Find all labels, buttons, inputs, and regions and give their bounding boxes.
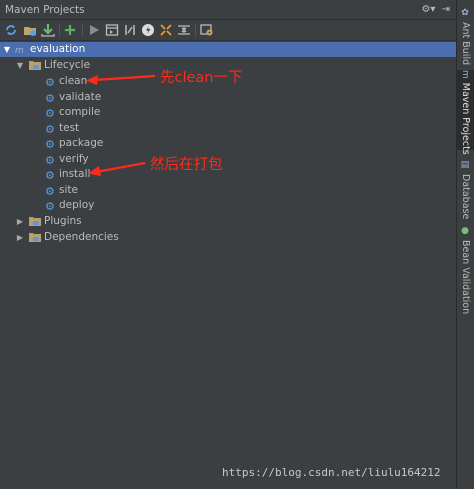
tab-database[interactable]: ▤ Database (457, 160, 474, 220)
lifecycle-label: Lifecycle (44, 59, 91, 71)
gear-icon: ⚙ (45, 154, 57, 165)
gear-icon: ⚙ (45, 123, 57, 134)
tree-row-goal-validate[interactable]: ⚙ validate (0, 90, 456, 105)
tree-row-goal-verify[interactable]: ⚙ verify (0, 152, 456, 167)
svg-text:⚙: ⚙ (45, 169, 55, 180)
tree-row-goal-install[interactable]: ⚙ install (0, 167, 456, 182)
panel-titlebar: Maven Projects ⚙▾ ⇥ (0, 0, 456, 20)
right-tool-sidebar: ✿ Ant Build m Maven Projects ▤ Database ● Be… (456, 0, 474, 489)
tab-database-label: Database (460, 174, 471, 220)
maven-project-icon: m (15, 44, 27, 55)
svg-text:⚙: ⚙ (45, 138, 55, 149)
settings-icon[interactable] (200, 23, 214, 37)
maven-toolbar (0, 20, 456, 41)
plugins-label: Plugins (44, 215, 82, 227)
annotation-note-install: 然后在打包 (150, 157, 223, 173)
goal-label: validate (59, 90, 102, 103)
tree-row-goal-compile[interactable]: ⚙ compile (0, 105, 456, 120)
gear-icon: ⚙ (45, 107, 57, 118)
toggle-offline-icon[interactable] (123, 23, 137, 37)
collapse-all-icon[interactable] (159, 23, 173, 37)
bean-icon: ● (460, 226, 470, 236)
goal-label: site (59, 183, 78, 196)
goal-label: clean (59, 75, 88, 87)
project-label: evaluation (30, 43, 86, 55)
run-config-icon[interactable] (105, 23, 119, 37)
tree-row-goal-site[interactable]: ⚙ site (0, 183, 456, 198)
svg-text:⚙: ⚙ (45, 107, 55, 118)
annotation-note-clean: 先clean一下 (160, 70, 243, 86)
gear-icon: ⚙ (45, 138, 57, 149)
watermark: https://blog.csdn.net/liulu164212 (222, 466, 441, 479)
tab-ant-build-label: Ant Build (460, 22, 471, 66)
tab-bean-validation[interactable]: ● Bean Validation (457, 226, 474, 314)
panel-title: Maven Projects (5, 4, 85, 16)
folder-icon (29, 216, 41, 227)
goal-label: install (59, 168, 91, 180)
svg-text:⚙: ⚙ (45, 76, 55, 87)
tab-maven-projects[interactable]: m Maven Projects (457, 70, 474, 155)
collapse-arrow-icon[interactable]: ▼ (15, 58, 25, 73)
expand-arrow-icon[interactable]: ▶ (15, 230, 25, 245)
gear-icon[interactable]: ⚙▾ (421, 4, 435, 15)
project-tree: ▼ m evaluation ▼ Lifecycle ⚙ clean ⚙ val… (0, 41, 456, 489)
maven-icon: m (460, 70, 470, 79)
expand-arrow-icon[interactable]: ▶ (15, 214, 25, 229)
tree-row-dependencies[interactable]: ▶ Dependencies (0, 230, 456, 245)
ant-icon: ✿ (460, 8, 470, 18)
gear-icon: ⚙ (45, 185, 57, 196)
dependencies-label: Dependencies (44, 231, 119, 243)
tab-bean-validation-label: Bean Validation (460, 240, 471, 315)
reimport-icon[interactable] (4, 23, 18, 37)
goal-label: compile (59, 106, 101, 118)
add-icon[interactable] (63, 23, 77, 37)
tree-row-goal-deploy[interactable]: ⚙ deploy (0, 198, 456, 213)
gear-icon: ⚙ (45, 92, 57, 103)
gear-icon: ⚙ (45, 169, 57, 180)
expand-all-icon[interactable] (177, 23, 191, 37)
download-icon[interactable] (41, 23, 55, 37)
folder-icon (29, 60, 41, 71)
svg-text:⚙: ⚙ (45, 92, 55, 103)
folder-icon (29, 232, 41, 243)
goal-label: verify (59, 152, 89, 165)
tab-ant-build[interactable]: ✿ Ant Build (457, 8, 474, 66)
gear-icon: ⚙ (45, 76, 57, 87)
tree-row-project[interactable]: ▼ m evaluation (0, 42, 456, 57)
tree-row-goal-package[interactable]: ⚙ package (0, 136, 456, 151)
tab-maven-projects-label: Maven Projects (460, 82, 471, 155)
database-icon: ▤ (460, 160, 470, 170)
generate-sources-icon[interactable] (23, 23, 37, 37)
svg-text:⚙: ⚙ (45, 200, 55, 211)
skip-tests-icon[interactable] (141, 23, 155, 37)
gear-icon: ⚙ (45, 200, 57, 211)
titlebar-tools: ⚙▾ ⇥ (421, 0, 450, 20)
tree-row-plugins[interactable]: ▶ Plugins (0, 214, 456, 229)
collapse-arrow-icon[interactable]: ▼ (2, 42, 12, 57)
run-icon[interactable] (87, 23, 101, 37)
tree-row-goal-test[interactable]: ⚙ test (0, 121, 456, 136)
svg-text:m: m (15, 46, 24, 55)
svg-text:⚙: ⚙ (45, 123, 55, 134)
goal-label: deploy (59, 199, 95, 211)
pin-icon[interactable]: ⇥ (442, 4, 450, 15)
svg-text:⚙: ⚙ (45, 185, 55, 196)
goal-label: test (59, 121, 80, 134)
svg-text:⚙: ⚙ (45, 154, 55, 165)
goal-label: package (59, 137, 104, 149)
